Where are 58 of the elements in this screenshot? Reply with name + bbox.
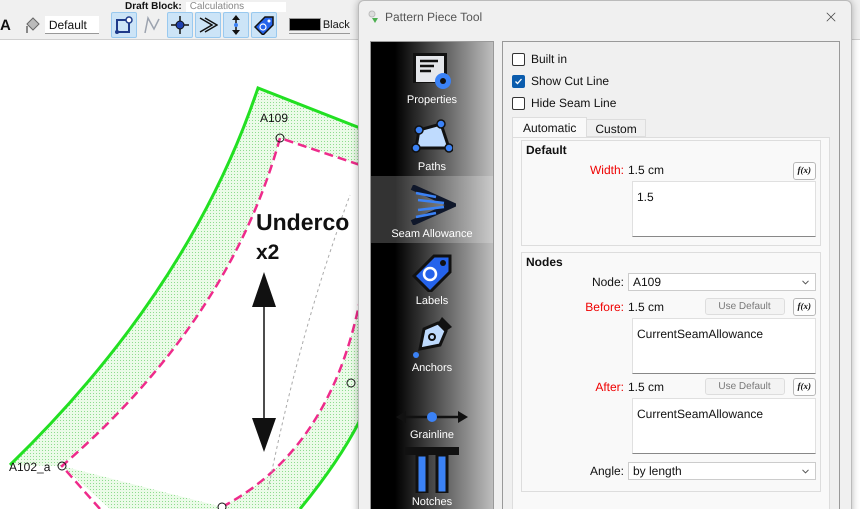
node-dropdown[interactable]: A109 [628,273,816,291]
line-color-dropdown[interactable]: Black [288,16,350,34]
group-title: Default [526,142,567,157]
crosshair-icon [170,15,190,36]
group-title: Nodes [526,254,563,269]
checkbox[interactable]: Built in [512,48,568,70]
node-square-icon [114,15,134,36]
draft-block-dropdown[interactable]: Calculations [186,2,286,12]
seam-side-value: 1.5 cm [628,298,664,316]
formula-field[interactable]: CurrentSeamAllowance [632,398,816,454]
app-icon [367,10,379,24]
color-swatch [288,18,321,32]
chevrons-icon [198,15,218,36]
document-gear-icon [411,51,453,91]
sidebar-item[interactable]: Grainline [371,377,493,444]
window-title: Pattern Piece Tool [385,9,482,26]
angle-dropdown[interactable]: by length [628,462,816,480]
sidebar-item[interactable]: Anchors [371,310,493,377]
notches-icon [405,447,459,493]
sidebar-item[interactable]: Notches [371,444,493,509]
seam-side-label: Before: [584,298,624,316]
tag-icon [252,15,275,36]
angle-label: Angle: [588,463,624,480]
toolbar-button[interactable] [194,12,221,38]
tag-icon [410,252,454,292]
toolbar-button[interactable] [166,12,193,38]
use-default-button[interactable]: Use Default [704,298,784,315]
text-size-button[interactable]: A [0,18,11,33]
double-arrow-icon [396,408,468,426]
toolbar-button[interactable] [250,12,277,38]
line-type-dropdown[interactable]: Default [44,16,99,34]
chevron-icon [408,185,456,225]
vertical-arrow-icon [230,15,242,36]
toolbar-button[interactable] [110,12,137,38]
formula-button[interactable]: f(x) [792,162,816,180]
checkmark-icon [514,76,523,86]
sidebar-item[interactable]: Properties [371,42,493,109]
formula-button[interactable]: f(x) [792,378,816,396]
formula-field[interactable]: CurrentSeamAllowance [632,318,816,374]
sidebar-item[interactable]: Seam Allowance [371,176,493,243]
seam-side-label: After: [594,378,624,396]
toolbar-button[interactable] [222,12,249,38]
use-default-button[interactable]: Use Default [704,378,784,395]
sidebar-item[interactable]: Paths [371,109,493,176]
pen-nib-icon [410,315,454,359]
checkbox[interactable]: Hide Seam Line [512,92,616,114]
checkbox[interactable]: Show Cut Line [512,70,610,92]
width-label: Width: [588,162,624,179]
node-label: Node: [590,274,624,291]
tab[interactable]: Custom [587,119,646,137]
curve-icon [142,15,162,36]
formula-button[interactable]: f(x) [792,298,816,316]
sidebar-item[interactable]: Labels [371,243,493,310]
tab[interactable]: Automatic [512,117,588,137]
draft-block-label: Draft Block: [125,2,182,12]
formula-field[interactable]: 1.5 [632,181,816,237]
seam-side-value: 1.5 cm [628,378,664,396]
width-value: 1.5 cm [628,162,664,179]
